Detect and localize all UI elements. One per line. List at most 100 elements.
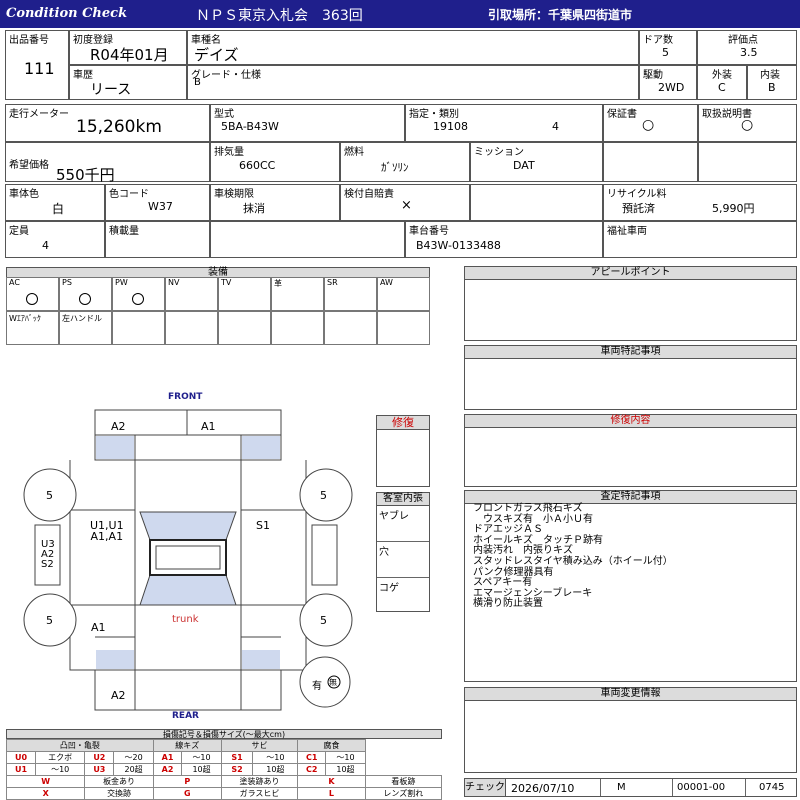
inspection-box: 車検期限 抹消 — [210, 184, 340, 221]
fuel: ｶﾞｿﾘﾝ — [381, 161, 409, 174]
equip-label: AC — [9, 278, 20, 287]
equip-tv: TV — [218, 277, 271, 311]
legend-header: 腐食 — [297, 739, 366, 752]
blank-box-2 — [698, 142, 797, 182]
equip-label: AW — [380, 278, 393, 287]
inspector: M — [617, 782, 626, 793]
damage-legend: 凸凹・亀裂 線キズ サビ 腐食 U0 エクボ U2 〜20 A1 〜10 S1 〜10 C1 〜10 U1 〜… — [5, 739, 443, 800]
equip-row2-label: 左ハンドル — [62, 314, 102, 323]
special-panel: 車両特記事項 — [464, 345, 797, 410]
legend-cell: 〜10 — [325, 751, 366, 764]
doors-box: ドア数 5 — [639, 30, 697, 65]
repair-content-panel: 修復内容 — [464, 414, 797, 487]
damage-mirror-left: U3 A2 S2 — [41, 539, 55, 570]
legend-header: 線キズ — [152, 739, 222, 752]
legend-cell: C2 — [297, 763, 327, 776]
drive-box: 駆動 2WD — [639, 65, 697, 100]
equip-label: 革 — [274, 279, 282, 288]
repair-box: 修復 — [376, 415, 430, 487]
equip-row2-cell — [165, 311, 218, 345]
recycle-status: 預託済 — [622, 202, 655, 215]
tire-rear-right: 5 — [320, 614, 327, 627]
fuel-box: 燃料 ｶﾞｿﾘﾝ — [340, 142, 470, 182]
equip-row2-cell — [112, 311, 165, 345]
legend-header: サビ — [220, 739, 299, 752]
change-title: 車両変更情報 — [464, 687, 797, 701]
equip-label: SR — [327, 278, 338, 287]
cabin-title: 客室内張 — [376, 492, 430, 506]
blank-box-4 — [210, 221, 405, 258]
doors: 5 — [662, 46, 669, 59]
first-reg-box: 初度登録 R04年01月 — [69, 30, 187, 65]
legend-cell: S2 — [220, 763, 254, 776]
legend-cell: U0 — [5, 751, 37, 764]
spare-tire-label: 有 — [312, 681, 322, 692]
tire-front-right: 5 — [320, 489, 327, 502]
cabin-burn: コゲ — [379, 583, 399, 594]
legend-cell: 10超 — [252, 763, 299, 776]
manual-box: 取扱説明書 ○ — [698, 104, 797, 142]
legend-header: 凸凹・亀裂 — [6, 739, 154, 752]
equip-row2-cell — [324, 311, 377, 345]
legend-cell: 板金あり — [84, 775, 154, 788]
recycle-fee: 5,990円 — [712, 202, 755, 215]
legend-cell: A1 — [152, 751, 183, 764]
rating-box: 評価点 3.5 — [697, 30, 797, 65]
legend-cell: U1 — [5, 763, 37, 776]
spare-tire-mark: 無 — [329, 678, 337, 687]
damage-a2-front: A2 — [111, 420, 126, 433]
equip-label: TV — [221, 278, 232, 287]
appeal-panel: アピールポイント — [464, 266, 797, 341]
repair-title: 修復 — [376, 415, 430, 430]
legend-cell: 〜10 — [181, 751, 222, 764]
warranty: ○ — [642, 117, 655, 133]
grade: B — [194, 77, 201, 88]
footer-row: チェック 2026/07/10 M 00001-00 0745 — [464, 778, 797, 797]
rating: 3.5 — [740, 46, 758, 59]
damage-a2-rear: A2 — [111, 689, 126, 702]
car-name-box: 車種名 デイズ — [187, 30, 639, 65]
legend-cell: レンズ割れ — [364, 787, 443, 800]
legend-title: 損傷記号＆損傷サイズ(〜最大cm) — [6, 729, 442, 739]
legend-cell: 看板跡 — [364, 775, 443, 788]
equip-label: NV — [168, 278, 180, 287]
liability: × — [401, 198, 412, 213]
damage-left-door: U1,U1 A1,A1 — [90, 519, 124, 543]
equip-label: PS — [62, 278, 72, 287]
color-code-box: 色コード W37 — [105, 184, 210, 221]
appeal-title: アピールポイント — [464, 266, 797, 280]
equip-mark-icon — [132, 293, 144, 305]
interior-box: 内装 B — [747, 65, 797, 100]
check-date: 2026/07/10 — [511, 782, 575, 795]
lot-number: 111 — [24, 59, 55, 78]
exterior-box: 外装 C — [697, 65, 747, 100]
legend-cell: C1 — [297, 751, 327, 764]
legend-cell: 塗装跡あり — [220, 775, 299, 788]
equip-sr: SR — [324, 277, 377, 311]
color: 白 — [52, 202, 65, 216]
legend-cell: 〜10 — [252, 751, 299, 764]
equip-mark-icon — [26, 293, 38, 305]
price-box: 希望価格 550千円 — [5, 142, 210, 184]
inspect-line: 横滑り防止装置 — [473, 598, 543, 610]
interior: B — [768, 81, 776, 94]
liability-box: 検付自賠責 × — [340, 184, 470, 221]
inspect-line: スタッドレスタイヤ積み込み（ホイール付） — [473, 555, 673, 567]
inspection: 抹消 — [243, 202, 265, 215]
tire-rear-left: 5 — [46, 614, 53, 627]
legend-cell: 〜10 — [35, 763, 86, 776]
price: 550千円 — [56, 166, 115, 184]
inspect-title: 査定特記事項 — [464, 490, 797, 504]
displacement: 660CC — [239, 159, 276, 172]
damage-right-door: S1 — [256, 519, 270, 532]
equip-row2-cell — [271, 311, 324, 345]
lot-number-box: 出品番号 111 — [5, 30, 69, 100]
inspect-line: フロントガラス飛石キズ — [473, 503, 583, 514]
damage-a1-front: A1 — [201, 420, 216, 433]
mileage-box: 走行メーター 15,260km — [5, 104, 210, 142]
equip-革: 革 — [271, 277, 324, 311]
pickup-location: 引取場所：千葉県四街道市 — [488, 8, 633, 22]
cabin-hole: 穴 — [379, 547, 389, 558]
color-code: W37 — [148, 200, 173, 213]
load-box: 積載量 — [105, 221, 210, 258]
